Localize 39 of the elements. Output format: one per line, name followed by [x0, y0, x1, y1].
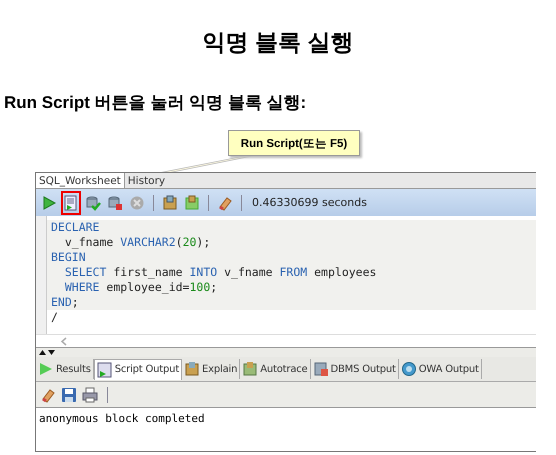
- output-tab[interactable]: Explain: [182, 359, 240, 379]
- instruction-text: Run Script 버튼을 눌러 익명 블록 실행:: [4, 93, 306, 112]
- callout: Run Script(또는 F5): [228, 130, 360, 156]
- slide-title: 익명 블록 실행: [202, 28, 354, 57]
- globe-icon: [400, 361, 417, 377]
- save-icon[interactable]: [61, 386, 77, 402]
- code-line: WHERE employee_id=100;: [64, 280, 218, 294]
- play-icon: [38, 361, 54, 377]
- run-script-icon: [63, 194, 79, 210]
- print-icon[interactable]: [82, 386, 98, 402]
- code-line: DECLARE: [51, 220, 100, 234]
- cancel-icon: [129, 194, 145, 210]
- code-line: BEGIN: [51, 250, 86, 264]
- splitter-arrows-icon[interactable]: [38, 349, 56, 356]
- code-line: v_fname VARCHAR2(20);: [64, 235, 210, 249]
- output-tab[interactable]: Results: [36, 359, 94, 379]
- run-icon: [41, 194, 57, 210]
- worksheet-tab[interactable]: SQL_Worksheet: [36, 173, 125, 188]
- cube-icon: [242, 361, 258, 377]
- eraser-icon: [217, 194, 233, 210]
- output-tab[interactable]: OWA Output: [398, 359, 482, 379]
- cube-icon: [162, 194, 178, 210]
- code-line: /: [51, 310, 58, 324]
- code-line: END;: [51, 295, 79, 309]
- cube-icon: [184, 361, 200, 377]
- output-tab[interactable]: Autotrace: [240, 359, 310, 379]
- output-message: anonymous block completed: [39, 412, 205, 425]
- code-line: SELECT first_name INTO v_fname FROM employees: [64, 265, 376, 279]
- commit-icon: [85, 194, 101, 210]
- worksheet-tab[interactable]: History: [124, 173, 168, 188]
- eraser-icon[interactable]: [40, 386, 56, 402]
- output-tab[interactable]: DBMS Output: [310, 359, 399, 379]
- toolbar-button[interactable]: [61, 190, 81, 214]
- elapsed-time: 0.46330699 seconds: [252, 196, 367, 209]
- script-icon: [96, 362, 113, 378]
- output-tab[interactable]: Script Output: [94, 358, 182, 380]
- cube-icon: [184, 194, 200, 210]
- rollback-icon: [107, 194, 123, 210]
- database-icon: [312, 361, 328, 377]
